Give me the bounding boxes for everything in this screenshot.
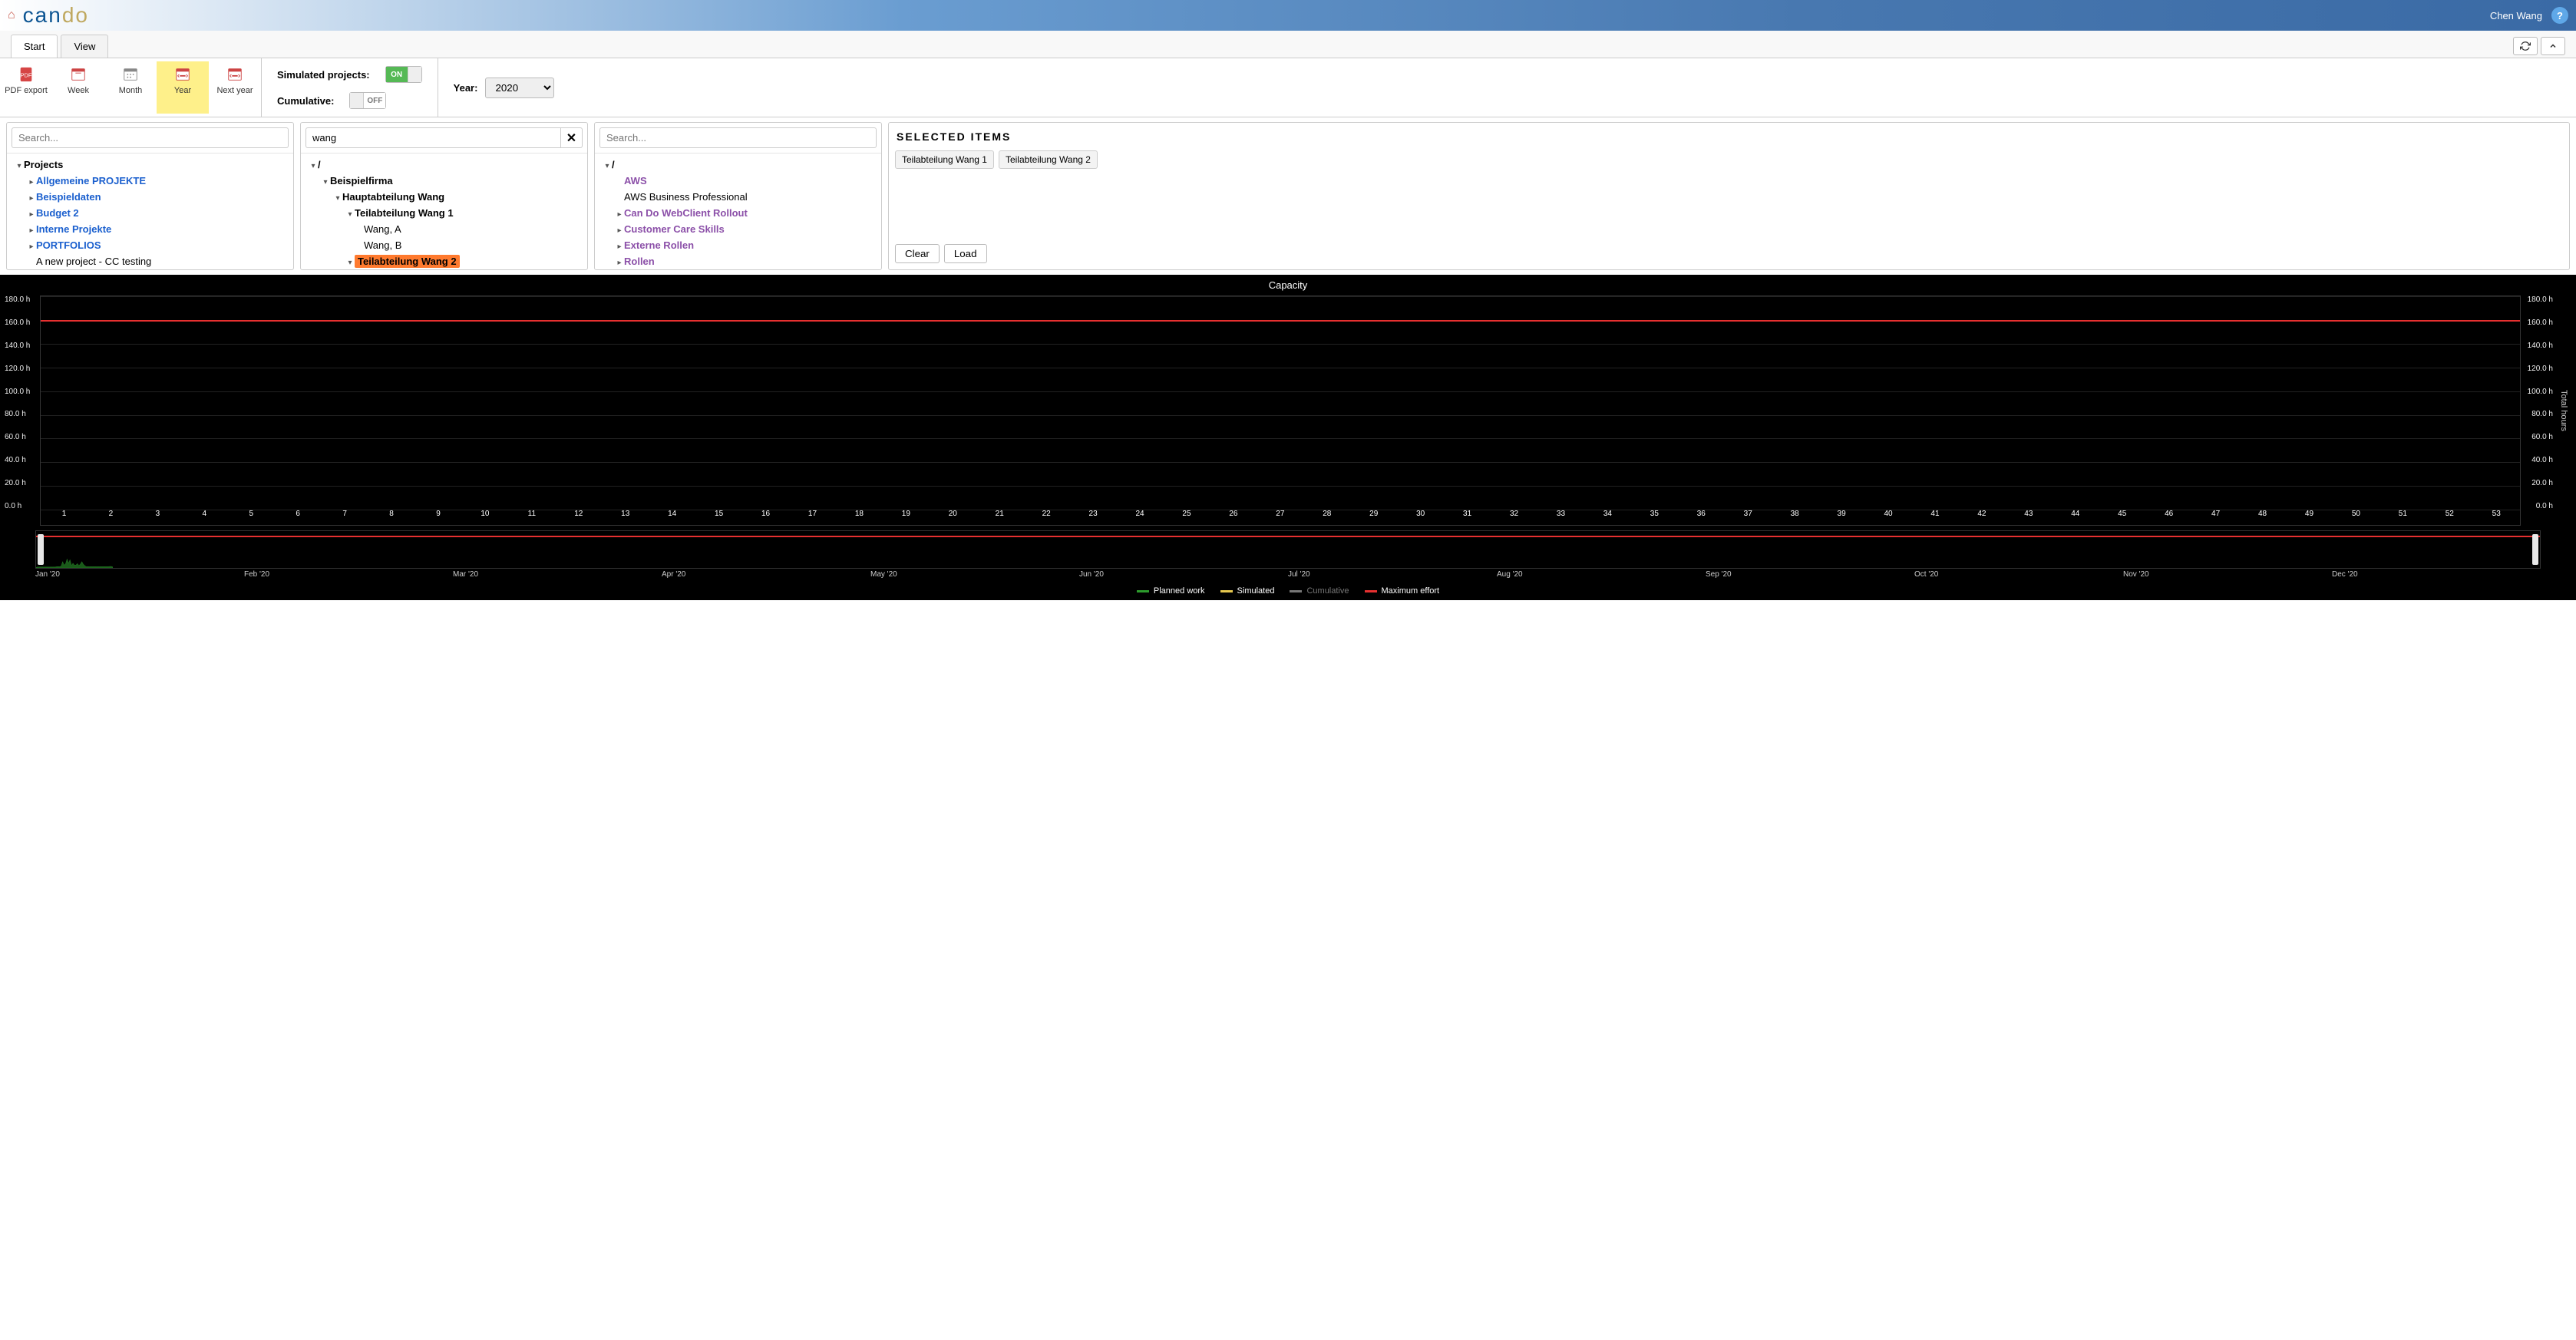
help-button[interactable]: ? [2551, 7, 2568, 24]
cumulative-toggle[interactable]: OFF [349, 92, 386, 109]
user-name[interactable]: Chen Wang [2490, 10, 2542, 21]
navigator-months: Jan '20Feb '20Mar '20Apr '20May '20Jun '… [0, 569, 2576, 582]
clear-button[interactable]: Clear [895, 244, 940, 263]
skill-item[interactable]: AWS Business Professional [624, 191, 748, 203]
home-icon[interactable]: ⌂ [8, 8, 15, 22]
legend-cumulative[interactable]: Cumulative [1290, 586, 1349, 596]
refresh-icon [2520, 41, 2531, 51]
project-item[interactable]: PORTFOLIOS [36, 239, 101, 251]
simulated-toggle[interactable]: ON [385, 66, 422, 83]
collapse-button[interactable] [2541, 37, 2565, 55]
project-item[interactable]: Interne Projekte [36, 223, 111, 235]
pdf-export-button[interactable]: PDF PDF export [0, 61, 52, 114]
skill-item[interactable]: Rollen [624, 256, 655, 267]
chart-title: Capacity [0, 275, 2576, 295]
projects-root[interactable]: Projects [24, 159, 63, 170]
calendar-week-icon [68, 66, 89, 83]
project-item[interactable]: Budget 2 [36, 207, 79, 219]
chart-legend: Planned work Simulated Cumulative Maximu… [0, 582, 2576, 600]
selected-items-title: SELECTED ITEMS [889, 123, 2569, 150]
projects-tree[interactable]: ▾Projects ▸Allgemeine PROJEKTE▸Beispield… [7, 153, 293, 269]
clear-search-button[interactable]: ✕ [561, 127, 583, 148]
simulated-projects-label: Simulated projects: [277, 69, 370, 81]
skills-panel: ▾/ AWSAWS Business Professional▸Can Do W… [594, 122, 882, 270]
legend-max[interactable]: Maximum effort [1365, 586, 1440, 596]
sub1-node[interactable]: Teilabteilung Wang 1 [355, 207, 454, 219]
selection-columns: ▾Projects ▸Allgemeine PROJEKTE▸Beispield… [0, 117, 2576, 275]
selected-chip[interactable]: Teilabteilung Wang 2 [999, 150, 1098, 169]
legend-simulated[interactable]: Simulated [1220, 586, 1275, 596]
tab-view[interactable]: View [61, 35, 108, 58]
project-item[interactable]: A new project - CC testing [36, 256, 151, 267]
nav-handle-right[interactable] [2532, 534, 2538, 565]
project-item[interactable]: Beispieldaten [36, 191, 101, 203]
org-search-input[interactable] [305, 127, 561, 148]
person-item[interactable]: Wang, A [364, 223, 401, 235]
calendar-year-icon [172, 66, 193, 83]
chart-navigator[interactable] [35, 530, 2541, 569]
pdf-icon: PDF [15, 66, 37, 83]
y-axis-title: Total hours [2556, 390, 2571, 431]
person-item[interactable]: Wang, B [364, 239, 401, 251]
skill-item[interactable]: AWS [624, 175, 647, 186]
year-select[interactable]: 2020 [485, 78, 554, 98]
org-panel: ✕ ▾/ ▾Beispielfirma ▾Hauptabteilung Wang… [300, 122, 588, 270]
selected-items-panel: SELECTED ITEMS Teilabteilung Wang 1 Teila… [888, 122, 2570, 270]
year-button[interactable]: Year [157, 61, 209, 114]
legend-planned[interactable]: Planned work [1137, 586, 1205, 596]
year-label: Year: [454, 82, 478, 94]
sub2-node[interactable]: Teilabteilung Wang 2 [355, 255, 460, 268]
next-year-button[interactable]: Next year [209, 61, 261, 114]
calendar-next-year-icon [224, 66, 246, 83]
week-button[interactable]: Week [52, 61, 104, 114]
org-tree[interactable]: ▾/ ▾Beispielfirma ▾Hauptabteilung Wang ▾… [301, 153, 587, 269]
top-banner: ⌂ cando Chen Wang ? [0, 0, 2576, 31]
svg-text:PDF: PDF [21, 72, 32, 79]
tab-start[interactable]: Start [11, 35, 58, 58]
project-item[interactable]: Allgemeine PROJEKTE [36, 175, 146, 186]
calendar-month-icon [120, 66, 141, 83]
skills-tree[interactable]: ▾/ AWSAWS Business Professional▸Can Do W… [595, 153, 881, 269]
skill-item[interactable]: Externe Rollen [624, 239, 694, 251]
refresh-button[interactable] [2513, 37, 2538, 55]
toolbar: PDF PDF export Week Month Year Next year… [0, 58, 2576, 117]
projects-search-input[interactable] [12, 127, 289, 148]
chevron-up-icon [2548, 41, 2558, 51]
selected-chip[interactable]: Teilabteilung Wang 1 [895, 150, 994, 169]
load-button[interactable]: Load [944, 244, 987, 263]
logo[interactable]: cando [23, 3, 89, 28]
tabs-row: Start View [0, 31, 2576, 58]
skills-search-input[interactable] [599, 127, 877, 148]
nav-handle-left[interactable] [38, 534, 44, 565]
projects-panel: ▾Projects ▸Allgemeine PROJEKTE▸Beispield… [6, 122, 294, 270]
chart-plot[interactable]: 1234567891011121314151617181920212223242… [40, 295, 2521, 526]
y-axis-right: 180.0 h160.0 h140.0 h120.0 h100.0 h80.0 … [2521, 295, 2556, 526]
skill-item[interactable]: Can Do WebClient Rollout [624, 207, 748, 219]
x-axis: 1234567891011121314151617181920212223242… [41, 510, 2520, 525]
y-axis-left: 180.0 h160.0 h140.0 h120.0 h100.0 h80.0 … [5, 295, 40, 526]
skill-item[interactable]: Customer Care Skills [624, 223, 725, 235]
month-button[interactable]: Month [104, 61, 157, 114]
capacity-chart: Capacity 180.0 h160.0 h140.0 h120.0 h100… [0, 275, 2576, 600]
cumulative-label: Cumulative: [277, 95, 334, 107]
